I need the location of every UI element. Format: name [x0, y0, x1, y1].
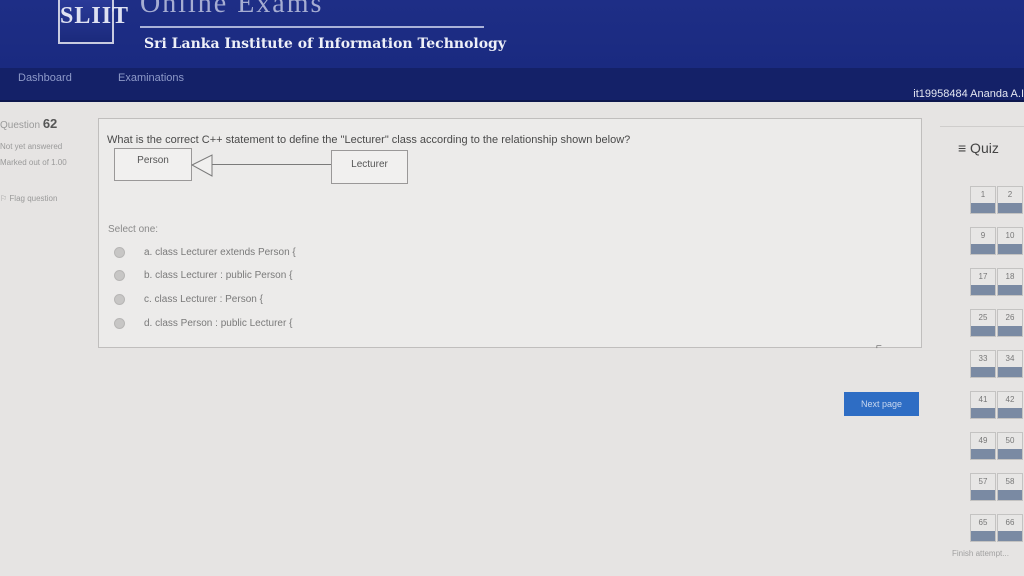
radio-button[interactable] [114, 294, 125, 305]
quiz-nav-question-number: 9 [980, 231, 986, 240]
quiz-nav-question-button[interactable]: 58 [997, 473, 1023, 501]
flag-icon: ⚐ [0, 194, 10, 203]
quiz-nav-question-button[interactable]: 65 [970, 514, 996, 542]
quiz-nav-question-number: 58 [1005, 477, 1015, 486]
quiz-nav-question-number: 33 [978, 354, 988, 363]
select-one-label: Select one: [108, 224, 159, 235]
quiz-nav-question-number: 17 [978, 272, 988, 281]
quiz-nav-question-button[interactable]: 34 [997, 350, 1023, 378]
quiz-nav-question-number: 65 [978, 518, 988, 527]
quiz-navigation-title: ≡ Quiz [958, 140, 999, 156]
quiz-nav-question-number: 18 [1005, 272, 1015, 281]
finish-attempt-link[interactable]: Finish attempt... [952, 549, 1009, 558]
quiz-nav-question-number: 25 [978, 313, 988, 322]
radio-button[interactable] [114, 318, 125, 329]
quiz-nav-question-number: 2 [1007, 190, 1013, 199]
flag-question-link[interactable]: ⚐ Flag question [0, 194, 57, 203]
quiz-nav-question-button[interactable]: 41 [970, 391, 996, 419]
flag-question-label: Flag question [9, 194, 58, 203]
quiz-nav-question-number: 41 [978, 395, 988, 404]
nav-dashboard-link[interactable]: Dashboard [18, 72, 72, 84]
option-label: b. class Lecturer : public Person { [144, 270, 293, 281]
quiz-nav-question-button[interactable]: 1 [970, 186, 996, 214]
quiz-nav-question-number: 10 [1005, 231, 1015, 240]
site-header: SLIIT Online Exams Sri Lanka Institute o… [0, 0, 1024, 68]
quiz-nav-question-button[interactable]: 49 [970, 432, 996, 460]
quiz-nav-question-button[interactable]: 42 [997, 391, 1023, 419]
quiz-nav-question-number: 49 [978, 436, 988, 445]
sliit-logo: SLIIT [58, 0, 128, 44]
mouse-cursor-icon: ⌐ [876, 341, 882, 352]
answer-option-a[interactable]: a. class Lecturer extends Person { [114, 247, 296, 258]
quiz-nav-question-button[interactable]: 26 [997, 309, 1023, 337]
uml-connector-line [212, 164, 331, 165]
quiz-nav-question-button[interactable]: 9 [970, 227, 996, 255]
quiz-nav-question-number: 1 [980, 190, 986, 199]
question-marks: Marked out of 1.00 [0, 158, 67, 167]
quiz-nav-question-button[interactable]: 57 [970, 473, 996, 501]
quiz-nav-question-button[interactable]: 17 [970, 268, 996, 296]
quiz-nav-question-button[interactable]: 18 [997, 268, 1023, 296]
question-number-value: 62 [42, 116, 58, 131]
radio-button[interactable] [114, 270, 125, 281]
quiz-nav-question-button[interactable]: 10 [997, 227, 1023, 255]
quiz-nav-question-number: 34 [1005, 354, 1015, 363]
inheritance-arrow-icon [191, 154, 213, 177]
answer-option-d[interactable]: d. class Person : public Lecturer { [114, 318, 292, 329]
quiz-nav-question-button[interactable]: 50 [997, 432, 1023, 460]
next-page-button[interactable]: Next page [844, 392, 919, 416]
institute-name: Sri Lanka Institute of Information Techn… [144, 36, 506, 52]
option-label: a. class Lecturer extends Person { [144, 247, 296, 258]
exam-title: Online Exams [140, 0, 324, 19]
uml-class-person: Person [114, 148, 192, 181]
quiz-nav-question-number: 50 [1005, 436, 1015, 445]
quiz-nav-divider [940, 126, 1024, 127]
quiz-nav-question-button[interactable]: 2 [997, 186, 1023, 214]
quiz-nav-question-number: 57 [978, 477, 988, 486]
question-text: What is the correct C++ statement to def… [107, 134, 631, 146]
nav-bar: Dashboard Examinations it19958484 Ananda… [0, 68, 1024, 102]
quiz-nav-question-number: 42 [1005, 395, 1015, 404]
quiz-nav-question-button[interactable]: 33 [970, 350, 996, 378]
quiz-nav-question-button[interactable]: 25 [970, 309, 996, 337]
uml-class-lecturer: Lecturer [331, 150, 408, 184]
answer-option-b[interactable]: b. class Lecturer : public Person { [114, 270, 292, 281]
nav-examinations-link[interactable]: Examinations [118, 72, 184, 84]
question-box [98, 118, 922, 348]
question-number: Question 62 [0, 116, 57, 131]
quiz-nav-question-number: 66 [1005, 518, 1015, 527]
question-label: Question [0, 120, 41, 131]
question-state: Not yet answered [0, 142, 63, 151]
radio-button[interactable] [114, 247, 125, 258]
quiz-nav-question-number: 26 [1005, 313, 1015, 322]
user-menu[interactable]: it19958484 Ananda A.I [913, 88, 1024, 100]
answer-option-c[interactable]: c. class Lecturer : Person { [114, 294, 263, 305]
option-label: c. class Lecturer : Person { [144, 294, 263, 305]
option-label: d. class Person : public Lecturer { [144, 318, 293, 329]
quiz-nav-question-button[interactable]: 66 [997, 514, 1023, 542]
header-divider [140, 26, 484, 28]
